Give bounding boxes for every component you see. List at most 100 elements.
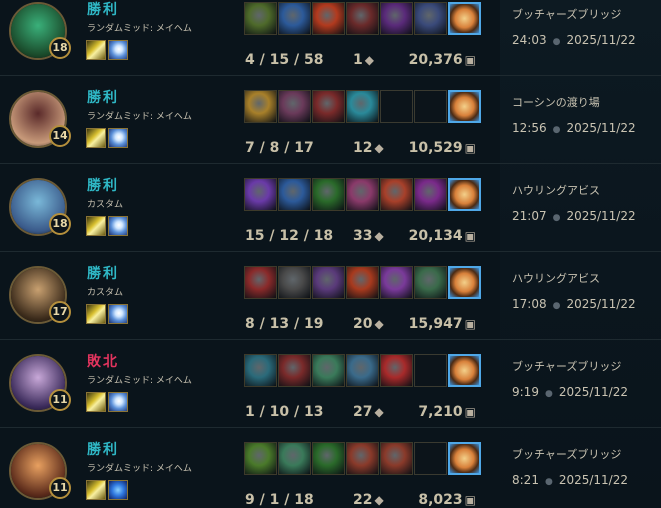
item-icon[interactable] <box>380 266 413 299</box>
match-row[interactable]: 18 勝利 ランダムミッド: メイヘム 4 / 15 / 58 1 ◆ 20,376 ▣ ブッチ… <box>0 0 661 76</box>
ward-item-icon[interactable] <box>448 90 481 123</box>
match-result: 勝利 <box>87 266 119 282</box>
match-duration: 8:21 <box>512 473 539 487</box>
item-icon[interactable] <box>278 266 311 299</box>
match-date: 2025/11/22 <box>558 473 628 487</box>
item-icon[interactable] <box>312 442 345 475</box>
match-result: 敗北 <box>87 354 119 370</box>
gold-stat: 8,023 ▣ <box>0 492 476 508</box>
match-row[interactable]: 18 勝利 カスタム 15 / 12 / 18 33 ◆ 20,134 ▣ ハウリングアビス 21… <box>0 164 661 252</box>
match-duration: 21:07 <box>512 209 547 223</box>
gold-icon: ▣ <box>464 141 476 155</box>
item-build <box>244 2 481 35</box>
item-icon[interactable] <box>278 2 311 35</box>
gold-icon: ▣ <box>464 53 476 67</box>
ward-item-icon[interactable] <box>448 266 481 299</box>
match-result: 勝利 <box>87 90 119 106</box>
match-date: 2025/11/22 <box>566 33 636 47</box>
match-time: 24:03 ● 2025/11/22 <box>512 33 636 47</box>
empty-item-slot <box>380 90 413 123</box>
match-duration: 24:03 <box>512 33 547 47</box>
map-name: ハウリングアビス <box>512 272 600 285</box>
item-icon[interactable] <box>312 266 345 299</box>
item-icon[interactable] <box>414 178 447 211</box>
map-name: ブッチャーズブリッジ <box>512 360 622 373</box>
item-icon[interactable] <box>312 90 345 123</box>
match-date: 2025/11/22 <box>566 209 636 223</box>
match-result: 勝利 <box>87 442 119 458</box>
gold-stat: 15,947 ▣ <box>0 316 476 332</box>
gold-icon: ▣ <box>464 405 476 419</box>
match-duration: 12:56 <box>512 121 547 135</box>
item-icon[interactable] <box>414 2 447 35</box>
gold-icon: ▣ <box>464 229 476 243</box>
separator-dot: ● <box>552 125 561 135</box>
item-build <box>244 266 481 299</box>
item-icon[interactable] <box>312 178 345 211</box>
item-icon[interactable] <box>380 442 413 475</box>
separator-dot: ● <box>544 389 553 399</box>
item-icon[interactable] <box>312 354 345 387</box>
empty-item-slot <box>414 90 447 123</box>
game-mode: ランダムミッド: メイヘム <box>87 376 192 386</box>
game-mode: ランダムミッド: メイヘム <box>87 112 192 122</box>
match-result: 勝利 <box>87 178 119 194</box>
separator-dot: ● <box>552 37 561 47</box>
match-time: 12:56 ● 2025/11/22 <box>512 121 636 135</box>
item-icon[interactable] <box>244 178 277 211</box>
item-icon[interactable] <box>346 90 379 123</box>
item-icon[interactable] <box>346 2 379 35</box>
item-icon[interactable] <box>380 354 413 387</box>
match-date: 2025/11/22 <box>558 385 628 399</box>
gold-stat: 10,529 ▣ <box>0 140 476 156</box>
item-icon[interactable] <box>244 90 277 123</box>
gold-value: 20,134 <box>408 228 463 244</box>
separator-dot: ● <box>552 301 561 311</box>
match-time: 9:19 ● 2025/11/22 <box>512 385 628 399</box>
ward-item-icon[interactable] <box>448 2 481 35</box>
ward-item-icon[interactable] <box>448 354 481 387</box>
separator-dot: ● <box>552 213 561 223</box>
item-icon[interactable] <box>244 2 277 35</box>
match-row[interactable]: 11 敗北 ランダムミッド: メイヘム 1 / 10 / 13 27 ◆ 7,210 ▣ ブッチ… <box>0 340 661 428</box>
gold-stat: 20,376 ▣ <box>0 52 476 68</box>
gold-value: 8,023 <box>418 492 463 508</box>
item-icon[interactable] <box>278 178 311 211</box>
item-icon[interactable] <box>346 442 379 475</box>
ward-item-icon[interactable] <box>448 442 481 475</box>
game-mode: ランダムミッド: メイヘム <box>87 24 192 34</box>
map-name: コーシンの渡り場 <box>512 96 600 109</box>
map-name: ブッチャーズブリッジ <box>512 8 622 21</box>
item-icon[interactable] <box>380 2 413 35</box>
item-icon[interactable] <box>244 266 277 299</box>
gold-icon: ▣ <box>464 493 476 507</box>
match-row[interactable]: 17 勝利 カスタム 8 / 13 / 19 20 ◆ 15,947 ▣ ハウリングアビス 17:… <box>0 252 661 340</box>
match-duration: 17:08 <box>512 297 547 311</box>
item-icon[interactable] <box>380 178 413 211</box>
item-icon[interactable] <box>244 442 277 475</box>
match-row[interactable]: 11 勝利 ランダムミッド: メイヘム 9 / 1 / 18 22 ◆ 8,023 ▣ ブッチャ… <box>0 428 661 508</box>
item-icon[interactable] <box>312 2 345 35</box>
item-icon[interactable] <box>346 354 379 387</box>
item-icon[interactable] <box>278 442 311 475</box>
empty-item-slot <box>414 442 447 475</box>
gold-value: 15,947 <box>408 316 463 332</box>
item-icon[interactable] <box>346 266 379 299</box>
item-build <box>244 442 481 475</box>
ward-item-icon[interactable] <box>448 178 481 211</box>
gold-icon: ▣ <box>464 317 476 331</box>
item-build <box>244 90 481 123</box>
item-icon[interactable] <box>414 266 447 299</box>
game-mode: カスタム <box>87 288 124 298</box>
item-icon[interactable] <box>346 178 379 211</box>
game-mode: カスタム <box>87 200 124 210</box>
item-icon[interactable] <box>278 90 311 123</box>
item-icon[interactable] <box>244 354 277 387</box>
empty-item-slot <box>414 354 447 387</box>
item-icon[interactable] <box>278 354 311 387</box>
match-time: 8:21 ● 2025/11/22 <box>512 473 628 487</box>
match-date: 2025/11/22 <box>566 297 636 311</box>
item-build <box>244 354 481 387</box>
match-row[interactable]: 14 勝利 ランダムミッド: メイヘム 7 / 8 / 17 12 ◆ 10,529 ▣ コーシ… <box>0 76 661 164</box>
item-build <box>244 178 481 211</box>
